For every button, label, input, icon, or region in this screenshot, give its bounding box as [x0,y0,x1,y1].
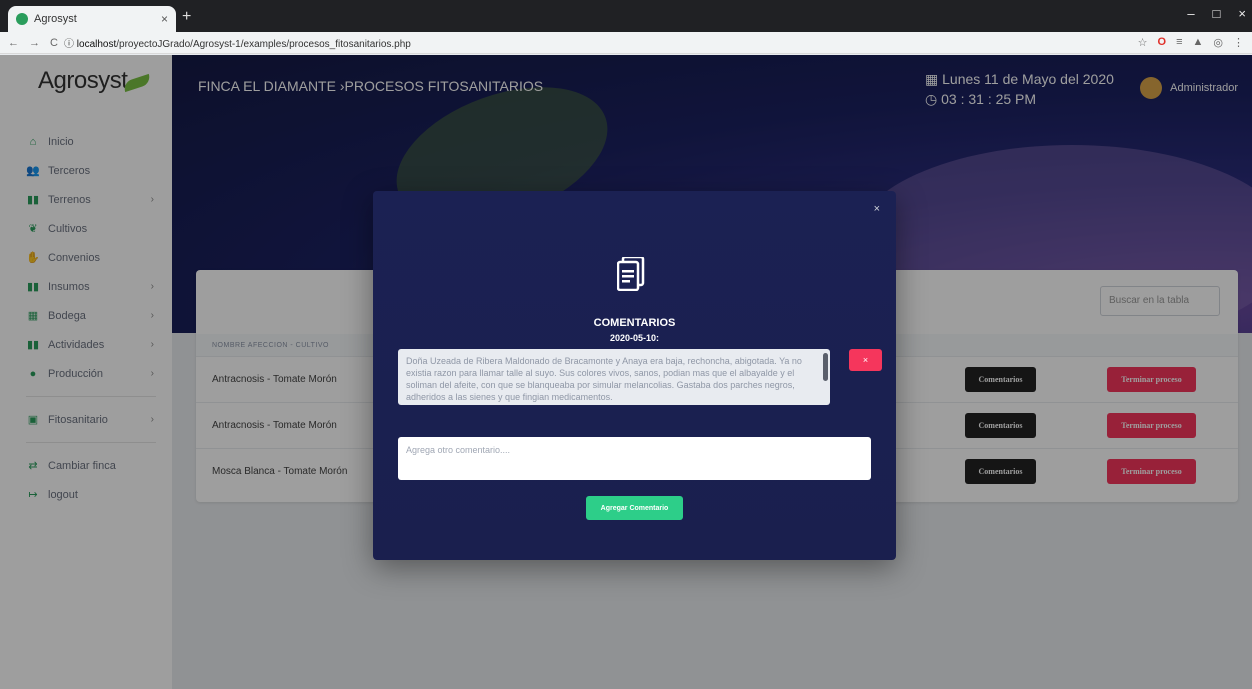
minimize-icon[interactable]: – [1187,6,1194,21]
comments-modal: × COMENTARIOS 2020-05-10: Doña Uzeada de… [373,191,896,560]
address-bar: ← → C ⓘ localhost/proyectoJGrado/Agrosys… [0,32,1252,54]
comment-scrollbar[interactable] [823,353,828,381]
window-controls: – □ × [1187,6,1246,21]
reload-icon[interactable]: C [50,37,58,49]
new-tab-button[interactable]: + [182,8,191,26]
close-icon[interactable]: × [874,203,880,215]
modal-title: COMENTARIOS [593,317,676,329]
url-field[interactable]: ⓘ localhost/proyectoJGrado/Agrosyst-1/ex… [64,35,1138,50]
opera-extension-icon[interactable]: O [1158,36,1167,49]
info-icon: ⓘ [64,39,77,50]
document-icon [617,257,645,291]
maximize-icon[interactable]: □ [1213,6,1221,21]
url-host: localhost [76,39,117,50]
profile-icon[interactable]: ◎ [1213,36,1223,49]
menu-dots-icon[interactable]: ⋮ [1233,36,1244,49]
browser-tabbar: Agrosyst × + – □ × [0,0,1252,32]
extension-icon[interactable]: ≡ [1176,36,1182,49]
favicon-icon [16,13,28,25]
delete-comment-button[interactable]: × [849,349,882,371]
bookmark-star-icon[interactable]: ☆ [1138,36,1148,49]
add-comment-button[interactable]: Agregar Comentario [586,496,683,520]
comment-date: 2020-05-10: [609,333,660,343]
browser-tab[interactable]: Agrosyst × [8,6,176,32]
new-comment-textarea[interactable]: Agrega otro comentario.... [398,437,871,480]
comment-body: Doña Uzeada de Ribera Maldonado de Braca… [406,356,802,402]
drive-extension-icon[interactable]: ▲ [1193,36,1204,49]
extensions-bar: ☆ O ≡ ▲ ◎ ⋮ [1138,36,1252,49]
close-window-icon[interactable]: × [1238,6,1246,21]
close-tab-icon[interactable]: × [161,12,168,26]
tab-title: Agrosyst [34,13,77,25]
comment-text: Doña Uzeada de Ribera Maldonado de Braca… [398,349,830,405]
forward-icon[interactable]: → [29,37,40,49]
url-path: /proyectoJGrado/Agrosyst-1/examples/proc… [116,39,411,50]
nav-buttons: ← → C [0,37,64,49]
back-icon[interactable]: ← [8,37,19,49]
